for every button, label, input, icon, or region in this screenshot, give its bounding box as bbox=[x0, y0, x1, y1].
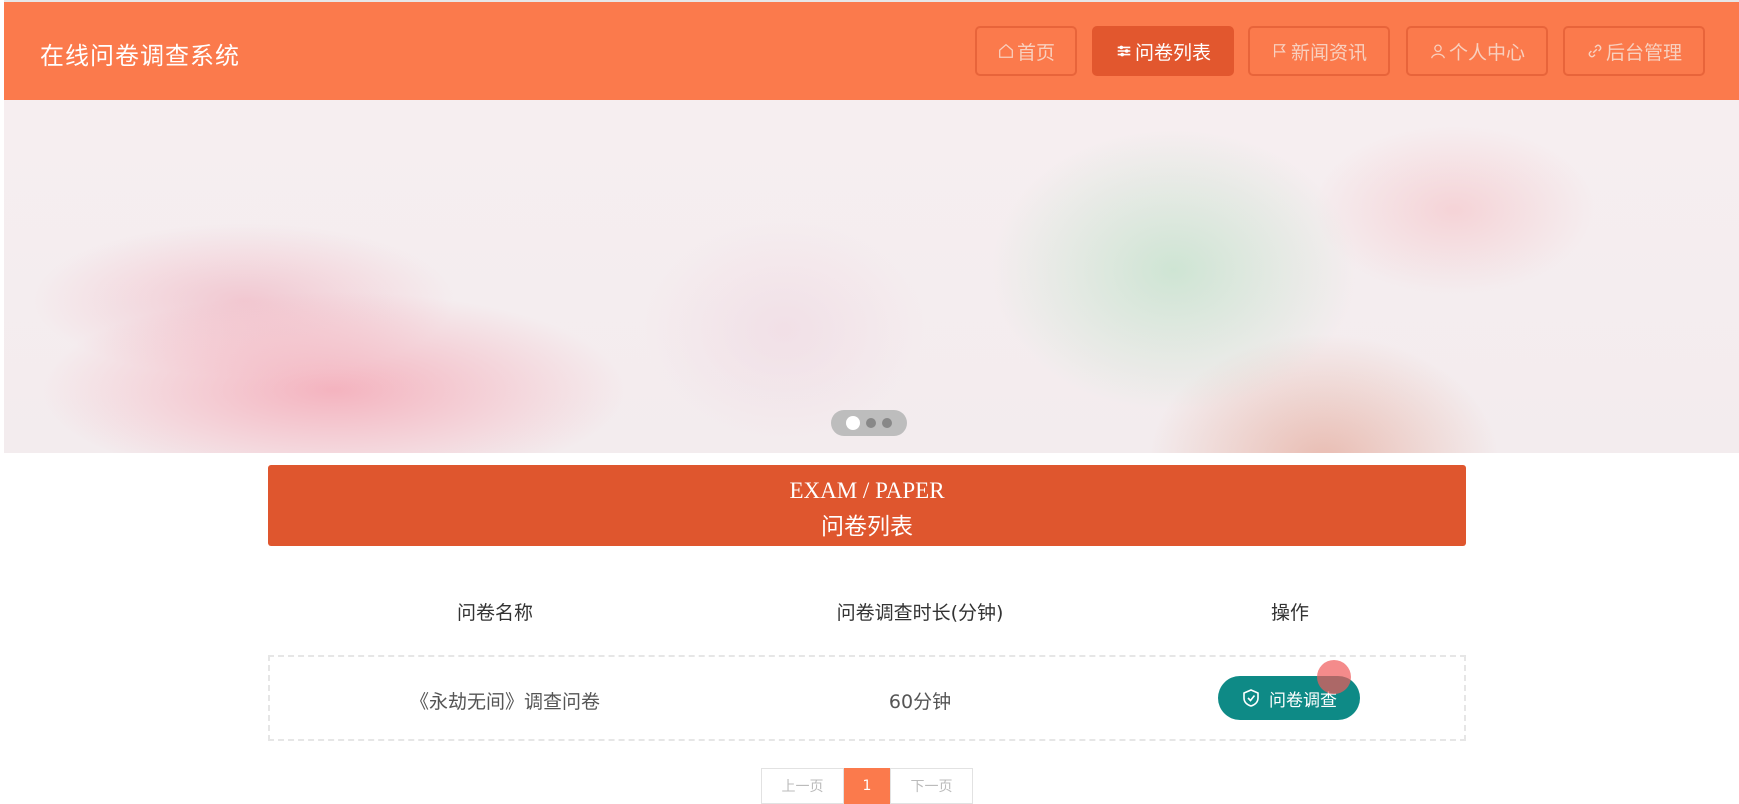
user-icon bbox=[1431, 44, 1445, 59]
top-navbar: 在线问卷调查系统 首页 问卷列表 新闻资讯 个人中心 后台管理 bbox=[4, 0, 1739, 100]
prev-page-button[interactable]: 上一页 bbox=[761, 768, 844, 804]
column-header-action: 操作 bbox=[1270, 602, 1309, 624]
nav-home-label: 首页 bbox=[1016, 41, 1055, 64]
nav-admin-button[interactable]: 后台管理 bbox=[1563, 26, 1705, 76]
shield-check-icon bbox=[1243, 689, 1259, 707]
survey-duration-cell: 60分钟 bbox=[888, 691, 952, 713]
link-icon bbox=[1588, 44, 1602, 58]
section-header: EXAM / PAPER 问卷列表 bbox=[268, 465, 1466, 546]
nav-admin-label: 后台管理 bbox=[1605, 41, 1682, 64]
carousel-indicators bbox=[831, 410, 907, 436]
home-icon bbox=[999, 43, 1013, 58]
section-title-en: EXAM / PAPER bbox=[789, 478, 945, 503]
pagination: 上一页 1 下一页 bbox=[761, 768, 973, 804]
carousel-dot-1[interactable] bbox=[846, 416, 860, 430]
nav-survey-list-button[interactable]: 问卷列表 bbox=[1092, 26, 1234, 76]
column-header-duration: 问卷调查时长(分钟) bbox=[836, 602, 1004, 624]
carousel-dot-3[interactable] bbox=[882, 418, 892, 428]
banner-carousel[interactable] bbox=[4, 100, 1739, 453]
carousel-dot-2[interactable] bbox=[866, 418, 876, 428]
nav-news-label: 新闻资讯 bbox=[1290, 41, 1367, 64]
site-title: 在线问卷调查系统 bbox=[40, 42, 240, 70]
survey-name-cell: 《永劫无间》调查问卷 bbox=[409, 691, 600, 713]
cursor-highlight bbox=[1317, 660, 1351, 694]
nav-survey-list-label: 问卷列表 bbox=[1134, 41, 1211, 64]
nav-profile-label: 个人中心 bbox=[1448, 41, 1525, 64]
nav-profile-button[interactable]: 个人中心 bbox=[1406, 26, 1548, 76]
page-1-button[interactable]: 1 bbox=[844, 768, 890, 804]
nav-news-button[interactable]: 新闻资讯 bbox=[1248, 26, 1390, 76]
section-title-zh: 问卷列表 bbox=[821, 514, 913, 540]
nav-home-button[interactable]: 首页 bbox=[975, 26, 1077, 76]
next-page-button[interactable]: 下一页 bbox=[890, 768, 973, 804]
column-header-name: 问卷名称 bbox=[456, 602, 533, 624]
flag-icon bbox=[1273, 44, 1286, 58]
sliders-icon bbox=[1117, 45, 1131, 57]
